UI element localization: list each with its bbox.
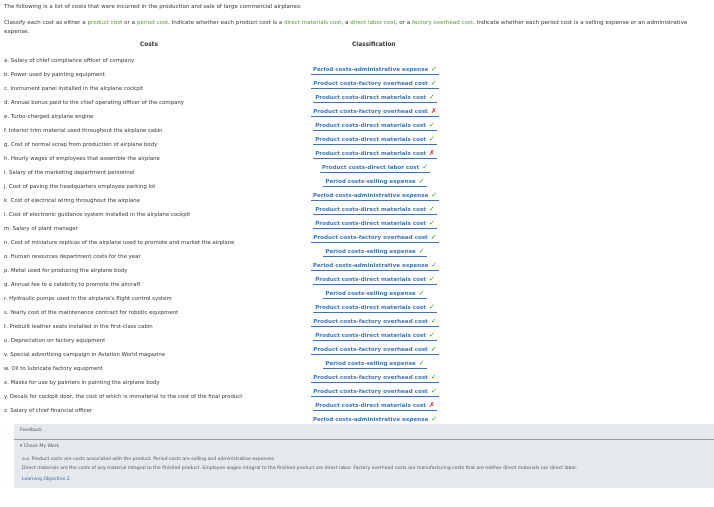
instructions: Classify each cost as either a product c… xyxy=(4,19,704,37)
table-row: s. Yearly cost of the maintenance contra… xyxy=(0,307,714,327)
intro-text: The following is a list of costs that we… xyxy=(4,4,302,10)
text: Classify each cost as either a xyxy=(4,20,88,26)
text: or a xyxy=(122,20,137,26)
feedback-text: a-z. Product costs are costs associated … xyxy=(22,457,276,462)
cost-label: a. Salary of chief compliance officer of… xyxy=(4,58,135,64)
cost-label: u. Depreciation on factory equipment xyxy=(4,338,106,344)
check-my-work-toggle[interactable]: ▾ Check My Work xyxy=(20,444,59,449)
cost-label: f. Interior trim material used throughou… xyxy=(4,128,163,134)
cost-label: n. Cost of miniature replicas of the air… xyxy=(4,240,235,246)
costs-header: Costs xyxy=(140,42,158,48)
table-row: i. Salary of the marketing department pe… xyxy=(0,167,714,187)
table-row: h. Hourly wages of employees that assemb… xyxy=(0,153,714,173)
table-row: k. Cost of electrical wiring throughout … xyxy=(0,195,714,215)
cost-label: y. Decals for cockpit door, the cost of … xyxy=(4,394,243,400)
table-row: f. Interior trim material used throughou… xyxy=(0,125,714,145)
cost-label: s. Yearly cost of the maintenance contra… xyxy=(4,310,179,316)
cost-label: m. Salary of plant manager xyxy=(4,226,78,232)
table-row: a. Salary of chief compliance officer of… xyxy=(0,55,714,75)
table-row: b. Power used by painting equipment Prod… xyxy=(0,69,714,89)
table-row: u. Depreciation on factory equipment Pro… xyxy=(0,335,714,355)
table-row: v. Special advertising campaign in Aviat… xyxy=(0,349,714,369)
term-link[interactable]: period cost xyxy=(137,20,168,26)
cost-label: r. Hydraulic pumps used in the airplane'… xyxy=(4,296,172,302)
table-row: r. Hydraulic pumps used in the airplane'… xyxy=(0,293,714,313)
term-link[interactable]: product cost xyxy=(87,20,122,26)
table-row: w. Oil to lubricate factory equipment Pr… xyxy=(0,363,714,383)
table-row: q. Annual fee to a celebrity to promote … xyxy=(0,279,714,299)
table-row: d. Annual bonus paid to the chief operat… xyxy=(0,97,714,117)
cost-label: v. Special advertising campaign in Aviat… xyxy=(4,352,166,358)
table-row: z. Salary of chief financial officer Per… xyxy=(0,405,714,425)
cost-label: x. Masks for use by painters in painting… xyxy=(4,380,160,386)
table-row: c. Instrument panel installed in the air… xyxy=(0,83,714,103)
table-row: g. Cost of normal scrap from production … xyxy=(0,139,714,159)
feedback-title: Feedback xyxy=(20,428,42,433)
table-row: x. Masks for use by painters in painting… xyxy=(0,377,714,397)
cost-label: e. Turbo-charged airplane engine xyxy=(4,114,94,120)
term-link[interactable]: factory overhead cost xyxy=(412,20,473,26)
cost-label: t. Prebuilt leather seats installed in t… xyxy=(4,324,153,330)
table-row: j. Cost of paving the headquarters emplo… xyxy=(0,181,714,201)
text: , or a xyxy=(395,20,412,26)
text: , a xyxy=(341,20,351,26)
feedback-text: Direct materials are the costs of any ma… xyxy=(22,466,578,471)
table-row: e. Turbo-charged airplane engine Product… xyxy=(0,111,714,131)
term-link[interactable]: direct materials cost xyxy=(284,20,341,26)
table-row: o. Human resources department costs for … xyxy=(0,251,714,271)
cost-label: z. Salary of chief financial officer xyxy=(4,408,93,414)
learning-objective-link[interactable]: Learning Objective 2. xyxy=(22,477,71,482)
cost-label: w. Oil to lubricate factory equipment xyxy=(4,366,103,372)
cost-label: b. Power used by painting equipment xyxy=(4,72,105,78)
cost-label: c. Instrument panel installed in the air… xyxy=(4,86,144,92)
table-row: y. Decals for cockpit door, the cost of … xyxy=(0,391,714,411)
check-icon: ✓ xyxy=(431,415,438,423)
cost-label: i. Salary of the marketing department pe… xyxy=(4,170,135,176)
table-row: m. Salary of plant manager Product costs… xyxy=(0,223,714,243)
cost-label: o. Human resources department costs for … xyxy=(4,254,141,260)
cost-label: j. Cost of paving the headquarters emplo… xyxy=(4,184,156,190)
cost-label: l. Cost of electronic guidance system in… xyxy=(4,212,191,218)
cost-label: k. Cost of electrical wiring throughout … xyxy=(4,198,140,204)
cost-label: q. Annual fee to a celebrity to promote … xyxy=(4,282,141,288)
table-row: p. Metal used for producing the airplane… xyxy=(0,265,714,285)
cost-label: p. Metal used for producing the airplane… xyxy=(4,268,128,274)
table-row: l. Cost of electronic guidance system in… xyxy=(0,209,714,229)
cost-label: d. Annual bonus paid to the chief operat… xyxy=(4,100,184,106)
table-row: t. Prebuilt leather seats installed in t… xyxy=(0,321,714,341)
cost-label: h. Hourly wages of employees that assemb… xyxy=(4,156,160,162)
term-link[interactable]: direct labor cost xyxy=(350,20,395,26)
cost-label: g. Cost of normal scrap from production … xyxy=(4,142,158,148)
text: . Indicate whether each product cost is … xyxy=(168,20,285,26)
divider xyxy=(14,439,714,440)
table-row: n. Cost of miniature replicas of the air… xyxy=(0,237,714,257)
selected-value: Period costs-administrative expense xyxy=(312,417,429,423)
classification-header: Classification xyxy=(352,42,396,48)
feedback-panel: Feedback ▾ Check My Work a-z. Product co… xyxy=(14,424,714,488)
